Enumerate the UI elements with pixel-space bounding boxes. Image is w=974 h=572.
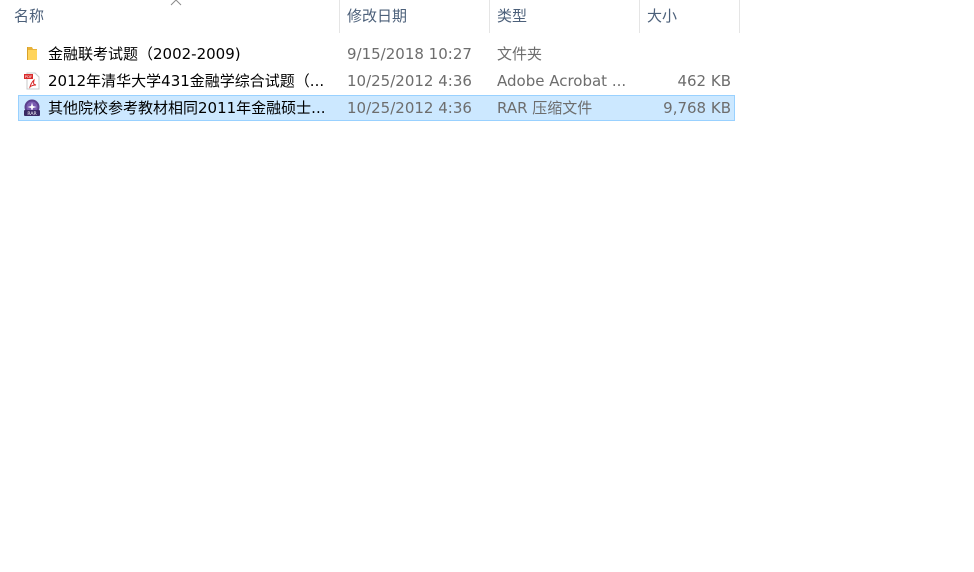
file-row-rar[interactable]: RAR 其他院校参考教材相同2011年金融硕士... 10/25/2012 4:…	[18, 95, 735, 121]
column-header-size-label: 大小	[647, 7, 678, 25]
file-date: 10/25/2012 4:36	[347, 72, 472, 90]
file-date: 9/15/2018 10:27	[347, 45, 472, 63]
file-row-pdf[interactable]: PDF 2012年清华大学431金融学综合试题（... 10/25/2012 4…	[18, 68, 735, 94]
svg-text:RAR: RAR	[27, 111, 37, 117]
pdf-icon: PDF	[24, 72, 40, 90]
column-header-type-label: 类型	[497, 7, 528, 25]
column-header-name[interactable]: 名称	[14, 0, 339, 33]
file-type: 文件夹	[497, 45, 543, 63]
folder-icon	[27, 47, 37, 60]
column-header-date[interactable]: 修改日期	[339, 0, 489, 33]
file-date: 10/25/2012 4:36	[347, 99, 472, 117]
file-size	[639, 42, 731, 66]
file-name: 金融联考试题（2002-2009)	[48, 45, 241, 63]
column-header-type[interactable]: 类型	[489, 0, 639, 33]
file-name: 其他院校参考教材相同2011年金融硕士...	[48, 99, 326, 117]
file-list-pane: 名称 修改日期 类型 大小 金融联考试题（2002-2009) 9/15/201…	[0, 0, 974, 572]
file-type: RAR 压缩文件	[497, 99, 593, 117]
file-type: Adobe Acrobat ...	[497, 72, 627, 90]
column-header-size[interactable]: 大小	[639, 0, 739, 33]
column-header-date-label: 修改日期	[347, 7, 408, 25]
file-row-folder[interactable]: 金融联考试题（2002-2009) 9/15/2018 10:27 文件夹	[18, 41, 735, 67]
column-header-bar: 名称 修改日期 类型 大小	[0, 0, 741, 33]
column-header-name-label: 名称	[14, 7, 45, 25]
svg-text:PDF: PDF	[25, 74, 32, 79]
file-size: 9,768 KB	[663, 99, 731, 117]
file-name: 2012年清华大学431金融学综合试题（...	[48, 72, 325, 90]
file-size: 462 KB	[677, 72, 731, 90]
column-divider[interactable]	[739, 0, 740, 33]
rar-archive-icon: RAR	[24, 99, 40, 117]
